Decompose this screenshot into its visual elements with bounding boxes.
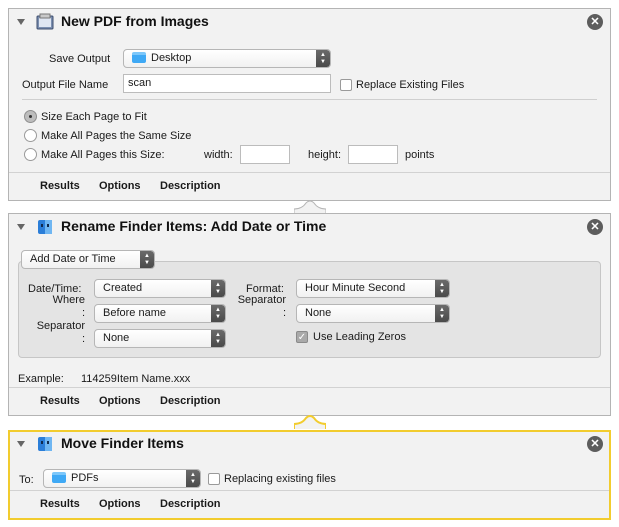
output-file-name-field[interactable]: scan xyxy=(123,74,331,93)
separator-popup[interactable]: None ▲ ▼ xyxy=(94,329,226,348)
width-field[interactable] xyxy=(240,145,290,164)
results-tab[interactable]: Results xyxy=(40,498,80,510)
save-output-value: Desktop xyxy=(151,52,192,64)
date-time-popup[interactable]: Created ▲ ▼ xyxy=(94,279,226,298)
folder-icon xyxy=(52,472,66,483)
format-popup[interactable]: Hour Minute Second ▲ ▼ xyxy=(296,279,450,298)
leading-zeros-label: Use Leading Zeros xyxy=(313,331,406,343)
folder-icon xyxy=(132,52,146,63)
action-footer: Results Options Description xyxy=(10,490,609,518)
divider xyxy=(22,99,597,100)
finder-icon xyxy=(38,220,52,234)
separator-value: None xyxy=(103,332,130,344)
radio-this-size[interactable] xyxy=(24,148,37,161)
description-tab[interactable]: Description xyxy=(160,180,221,192)
save-output-popup[interactable]: Desktop ▲ ▼ xyxy=(123,49,331,68)
action-move-finder-items[interactable]: Move Finder Items ✕ To: PDFs ▲ ▼ Replacin… xyxy=(8,430,611,520)
disclosure-triangle-icon[interactable] xyxy=(17,19,25,25)
date-time-value: Created xyxy=(103,282,143,294)
disclosure-triangle-icon[interactable] xyxy=(17,224,25,230)
pdf-images-icon xyxy=(36,13,54,30)
radio-size-each-page[interactable] xyxy=(24,110,37,123)
description-tab[interactable]: Description xyxy=(160,395,221,407)
to-popup[interactable]: PDFs ▲ ▼ xyxy=(43,469,201,488)
to-value: PDFs xyxy=(71,472,99,484)
where-value: Before name xyxy=(103,307,166,319)
action-new-pdf-from-images[interactable]: New PDF from Images ✕ Save Output Deskto… xyxy=(8,8,611,201)
height-label: height: xyxy=(308,149,342,161)
replacing-existing-label: Replacing existing files xyxy=(224,473,336,485)
action-connector xyxy=(294,415,326,429)
height-field[interactable] xyxy=(348,145,398,164)
chevron-updown-icon: ▲ ▼ xyxy=(435,280,449,297)
chevron-updown-icon: ▲ ▼ xyxy=(435,305,449,322)
action-footer: Results Options Description xyxy=(9,387,610,415)
output-file-name-label: Output File Name xyxy=(22,79,109,91)
options-tab[interactable]: Options xyxy=(99,395,141,407)
replace-existing-label: Replace Existing Files xyxy=(356,79,465,91)
action-title: New PDF from Images xyxy=(61,13,209,29)
separator2-value: None xyxy=(305,307,332,319)
replacing-existing-checkbox[interactable] xyxy=(208,473,220,485)
results-tab[interactable]: Results xyxy=(40,180,80,192)
where-popup[interactable]: Before name ▲ ▼ xyxy=(94,304,226,323)
example-label: Example: xyxy=(18,373,64,385)
replace-existing-checkbox[interactable] xyxy=(340,79,352,91)
units-label: points xyxy=(405,149,435,161)
action-title: Move Finder Items xyxy=(61,435,184,451)
separator2-label: Separator : xyxy=(237,294,286,319)
options-tab[interactable]: Options xyxy=(99,498,141,510)
example-value: 114259Item Name.xxx xyxy=(81,373,191,385)
radio-same-size[interactable] xyxy=(24,129,37,142)
radio-label: Size Each Page to Fit xyxy=(41,111,147,123)
save-output-label: Save Output xyxy=(49,53,111,65)
finder-icon xyxy=(38,437,52,451)
chevron-updown-icon: ▲ ▼ xyxy=(316,50,330,67)
radio-label: Make All Pages this Size: xyxy=(41,149,165,161)
where-label: Where : xyxy=(52,294,85,319)
separator2-popup[interactable]: None ▲ ▼ xyxy=(296,304,450,323)
chevron-updown-icon: ▲ ▼ xyxy=(211,280,225,297)
description-tab[interactable]: Description xyxy=(160,498,221,510)
results-tab[interactable]: Results xyxy=(40,395,80,407)
chevron-updown-icon: ▲ ▼ xyxy=(186,470,200,487)
close-icon[interactable]: ✕ xyxy=(587,14,603,30)
mode-value: Add Date or Time xyxy=(30,253,116,265)
disclosure-triangle-icon[interactable] xyxy=(17,441,25,447)
close-icon[interactable]: ✕ xyxy=(587,436,603,452)
to-label: To: xyxy=(19,474,34,486)
width-label: width: xyxy=(204,149,233,161)
format-value: Hour Minute Second xyxy=(305,282,406,294)
action-title: Rename Finder Items: Add Date or Time xyxy=(61,218,327,234)
action-rename-finder-items[interactable]: Rename Finder Items: Add Date or Time ✕ … xyxy=(8,213,611,416)
chevron-updown-icon: ▲ ▼ xyxy=(140,251,154,268)
leading-zeros-checkbox[interactable]: ✓ xyxy=(296,331,308,343)
options-tab[interactable]: Options xyxy=(99,180,141,192)
action-footer: Results Options Description xyxy=(9,172,610,200)
separator-label: Separator : xyxy=(36,320,85,345)
chevron-updown-icon: ▲ ▼ xyxy=(211,330,225,347)
mode-popup[interactable]: Add Date or Time ▲ ▼ xyxy=(21,250,155,269)
radio-label: Make All Pages the Same Size xyxy=(41,130,192,142)
chevron-updown-icon: ▲ ▼ xyxy=(211,305,225,322)
close-icon[interactable]: ✕ xyxy=(587,219,603,235)
